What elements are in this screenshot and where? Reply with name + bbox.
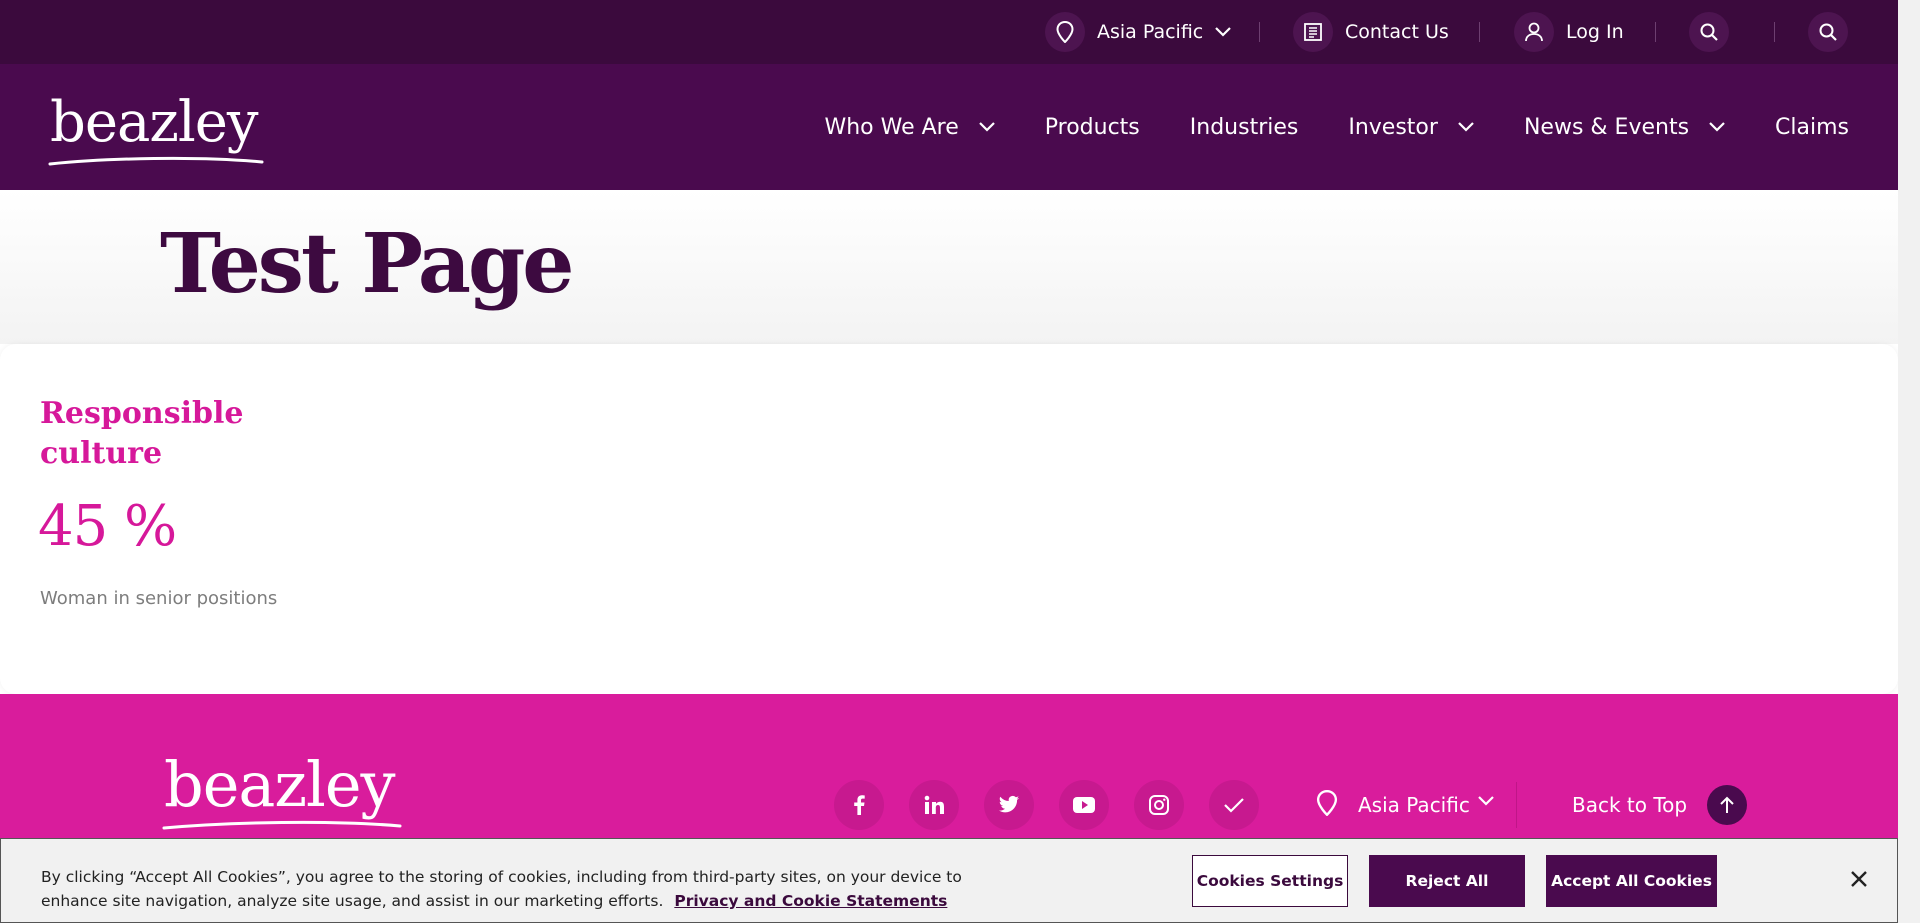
nav-item-label: Who We Are bbox=[824, 114, 959, 140]
page-title: Test Page bbox=[160, 216, 574, 312]
nav-item-label: Claims bbox=[1775, 114, 1849, 140]
page-hero: Test Page bbox=[0, 190, 1898, 344]
chevron-down-icon bbox=[978, 122, 995, 132]
footer-region-selector[interactable]: Asia Pacific bbox=[1316, 780, 1494, 830]
scrollbar[interactable] bbox=[1898, 0, 1920, 923]
nav-menu: Who We Are Products Industries Investor … bbox=[824, 64, 1849, 190]
divider bbox=[1479, 22, 1480, 42]
contact-us-link[interactable]: Contact Us bbox=[1293, 0, 1449, 64]
facebook-icon[interactable] bbox=[834, 780, 884, 830]
instagram-icon[interactable] bbox=[1134, 780, 1184, 830]
nav-item-label: Industries bbox=[1189, 114, 1299, 140]
search-button[interactable] bbox=[1689, 0, 1729, 64]
location-pin-icon bbox=[1045, 12, 1085, 52]
cookies-settings-button[interactable]: Cookies Settings bbox=[1192, 855, 1348, 907]
footer-logo-swoosh bbox=[162, 820, 402, 830]
youtube-icon[interactable] bbox=[1059, 780, 1109, 830]
search-icon bbox=[1689, 12, 1729, 52]
checkmark-icon[interactable] bbox=[1209, 780, 1259, 830]
stat-value: 45 % bbox=[38, 494, 177, 559]
back-to-top-label: Back to Top bbox=[1572, 793, 1688, 817]
beazley-logo[interactable]: beazley bbox=[50, 90, 259, 155]
chevron-down-icon bbox=[1709, 122, 1725, 132]
chevron-down-icon bbox=[1458, 122, 1474, 132]
nav-item-news-events[interactable]: News & Events bbox=[1524, 115, 1725, 140]
stat-title: Responsible culture bbox=[40, 396, 244, 471]
chevron-down-icon bbox=[1478, 796, 1494, 806]
back-to-top-button[interactable]: Back to Top bbox=[1572, 785, 1748, 825]
accept-all-cookies-button[interactable]: Accept All Cookies bbox=[1546, 855, 1717, 907]
footer-beazley-logo[interactable]: beazley bbox=[164, 748, 396, 821]
search-button-secondary[interactable] bbox=[1808, 0, 1848, 64]
contact-us-label: Contact Us bbox=[1345, 21, 1449, 43]
user-icon bbox=[1514, 12, 1554, 52]
chevron-down-icon bbox=[1215, 27, 1232, 37]
nav-item-industries[interactable]: Industries bbox=[1190, 115, 1299, 140]
location-pin-icon bbox=[1316, 789, 1338, 821]
region-selector[interactable]: Asia Pacific bbox=[1045, 0, 1232, 64]
nav-item-who-we-are[interactable]: Who We Are bbox=[824, 114, 995, 140]
login-link[interactable]: Log In bbox=[1514, 0, 1624, 64]
nav-item-label: News & Events bbox=[1523, 114, 1690, 140]
main-navigation: beazley Who We Are Products Industries I… bbox=[0, 64, 1898, 190]
nav-item-products[interactable]: Products bbox=[1045, 115, 1140, 140]
logo-swoosh bbox=[48, 156, 264, 166]
cookie-message: By clicking “Accept All Cookies”, you ag… bbox=[41, 865, 991, 913]
cookie-banner: By clicking “Accept All Cookies”, you ag… bbox=[0, 838, 1898, 923]
divider bbox=[1655, 22, 1656, 42]
region-label: Asia Pacific bbox=[1097, 21, 1204, 43]
stat-description: Woman in senior positions bbox=[40, 588, 278, 609]
arrow-up-icon bbox=[1707, 785, 1748, 825]
nav-item-label: Investor bbox=[1348, 114, 1438, 140]
stat-card: Responsible culture 45 % Woman in senior… bbox=[0, 344, 1898, 694]
close-icon[interactable] bbox=[1847, 867, 1871, 891]
twitter-icon[interactable] bbox=[984, 780, 1034, 830]
divider bbox=[1516, 782, 1517, 828]
nav-item-claims[interactable]: Claims bbox=[1775, 115, 1849, 140]
utility-bar: Asia Pacific Contact Us Log In bbox=[0, 0, 1898, 64]
divider bbox=[1259, 22, 1260, 42]
nav-item-label: Products bbox=[1044, 114, 1140, 140]
footer-region-label: Asia Pacific bbox=[1358, 793, 1470, 817]
nav-item-investor[interactable]: Investor bbox=[1348, 115, 1474, 140]
document-list-icon bbox=[1293, 12, 1333, 52]
divider bbox=[1774, 22, 1775, 42]
login-label: Log In bbox=[1566, 21, 1624, 43]
reject-all-button[interactable]: Reject All bbox=[1369, 855, 1525, 907]
search-icon bbox=[1808, 12, 1848, 52]
privacy-cookie-link[interactable]: Privacy and Cookie Statements bbox=[674, 892, 947, 910]
linkedin-icon[interactable] bbox=[909, 780, 959, 830]
